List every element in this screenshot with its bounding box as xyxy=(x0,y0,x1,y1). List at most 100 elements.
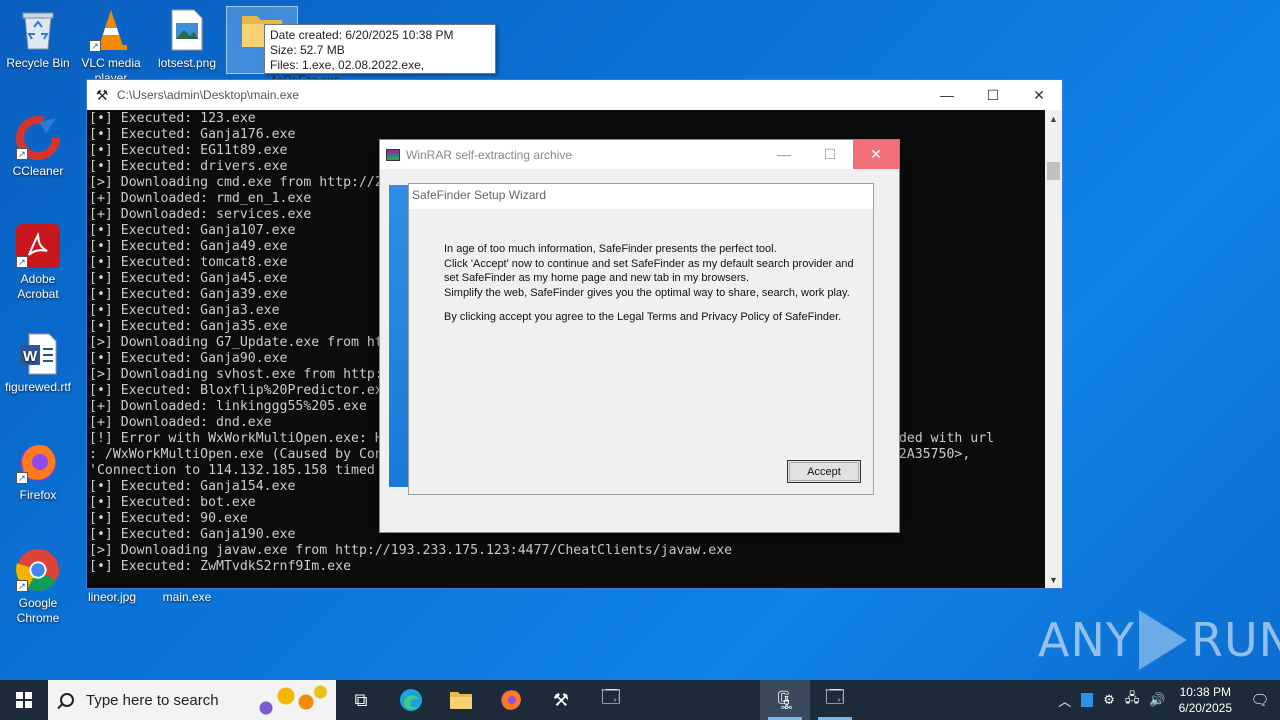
desktop-icon-lineor[interactable]: lineor.jpg xyxy=(74,590,150,605)
edge-icon xyxy=(400,689,422,711)
winrar-app-icon xyxy=(380,148,406,161)
taskbar-edge[interactable] xyxy=(386,680,436,720)
shortcut-arrow-icon: ↗ xyxy=(89,40,101,52)
taskbar-clock[interactable]: 10:38 PM 6/20/2025 xyxy=(1171,684,1240,716)
scroll-up-icon[interactable]: ▲ xyxy=(1045,110,1062,127)
watermark-left: ANY xyxy=(1038,613,1135,667)
chrome-icon: ↗ xyxy=(16,548,60,592)
desktop-icon-figurewed[interactable]: W figurewed.rtf xyxy=(0,332,76,395)
folder-icon xyxy=(450,692,472,709)
desktop-icon-adobe-acrobat[interactable]: ↗ Adobe Acrobat xyxy=(0,224,76,302)
desktop-icon-firefox[interactable]: ↗ Firefox xyxy=(0,440,76,503)
winrar-titlebar[interactable]: WinRAR self-extracting archive — ☐ ✕ xyxy=(380,139,899,170)
search-icon xyxy=(60,693,74,707)
maximize-button[interactable]: ☐ xyxy=(970,80,1016,110)
desktop-icon-label: lineor.jpg xyxy=(87,590,137,604)
taskbar-setup-wizard[interactable]: 🗔 xyxy=(810,680,860,720)
console-titlebar[interactable]: ⚒ C:\Users\admin\Desktop\main.exe — ☐ ✕ xyxy=(87,80,1062,110)
shortcut-arrow-icon: ↗ xyxy=(16,472,28,484)
desktop-icon-label: Firefox xyxy=(19,488,57,502)
console-title: C:\Users\admin\Desktop\main.exe xyxy=(117,88,300,102)
ccleaner-icon: ↗ xyxy=(16,116,60,160)
installer-icon: 🗜 xyxy=(773,689,797,710)
desktop-icon-label: figurewed.rtf xyxy=(4,380,72,394)
window-app-icon: 🗔 xyxy=(825,687,845,707)
console-scrollbar[interactable]: ▲ ▼ xyxy=(1045,110,1062,588)
wizard-title: SafeFinder Setup Wizard xyxy=(409,184,873,209)
wizard-intro: In age of too much information, SafeFind… xyxy=(444,242,863,300)
winrar-close-button[interactable]: ✕ xyxy=(853,139,899,169)
tooltip-date: Date created: 6/20/2025 10:38 PM xyxy=(270,28,454,42)
scroll-thumb[interactable] xyxy=(1047,162,1060,180)
task-view-button[interactable]: ⧉ xyxy=(336,680,386,720)
network-icon[interactable]: 🖧 xyxy=(1120,689,1145,711)
desktop-icon-ccleaner[interactable]: ↗ CCleaner xyxy=(0,116,76,179)
shortcut-arrow-icon: ↗ xyxy=(16,256,28,268)
taskbar-main-exe[interactable]: ⚒ xyxy=(536,680,586,720)
system-tray: ︿ ⚙ 🖧 🔊 10:38 PM 6/20/2025 🗨 xyxy=(1053,680,1280,720)
show-hidden-icons-icon[interactable]: ︿ xyxy=(1053,691,1076,710)
taskbar-firefox[interactable] xyxy=(486,680,536,720)
winrar-dialog[interactable]: WinRAR self-extracting archive — ☐ ✕ Saf… xyxy=(379,139,900,533)
defender-icon[interactable] xyxy=(1081,693,1094,707)
clock-time: 10:38 PM xyxy=(1179,685,1231,699)
taskbar-search[interactable]: Type here to search xyxy=(48,680,336,720)
accept-button[interactable]: Accept xyxy=(787,460,861,483)
winrar-minimize-button[interactable]: — xyxy=(761,140,807,169)
desktop-icon-main-exe[interactable]: main.exe xyxy=(149,590,225,605)
console-line: [>] Downloading javaw.exe from http://19… xyxy=(89,543,733,558)
wizard-line: In age of too much information, SafeFind… xyxy=(444,243,777,255)
wizard-legal-text: By clicking accept you agree to the Lega… xyxy=(444,311,842,323)
notification-icon[interactable]: 🗨 xyxy=(1240,691,1280,709)
word-document-icon: W xyxy=(16,332,60,376)
shortcut-arrow-icon: ↗ xyxy=(16,580,28,592)
clock-date: 6/20/2025 xyxy=(1178,701,1232,715)
close-button[interactable]: ✕ xyxy=(1016,80,1062,110)
winrar-maximize-button[interactable]: ☐ xyxy=(807,140,853,169)
wizard-body: In age of too much information, SafeFind… xyxy=(409,209,873,325)
wizard-line: Simplify the web, SafeFinder gives you t… xyxy=(444,286,850,299)
network-status-icon[interactable]: ⚙ xyxy=(1098,692,1120,708)
safefinder-wizard: SafeFinder Setup Wizard In age of too mu… xyxy=(408,183,874,495)
desktop-icon-label: Google Chrome xyxy=(16,596,60,625)
desktop-icon-label: CCleaner xyxy=(12,164,64,178)
winrar-window-controls: — ☐ ✕ xyxy=(761,139,899,170)
watermark-right: RUN xyxy=(1190,613,1280,667)
console-line: [•] Executed: 123.exe xyxy=(89,111,256,126)
hammer-icon: ⚒ xyxy=(552,689,570,710)
windows-logo-icon xyxy=(16,692,32,708)
recycle-bin-icon xyxy=(16,8,60,52)
desktop-icon-vlc[interactable]: ↗ VLC media player xyxy=(73,8,149,86)
desktop-icon-google-chrome[interactable]: ↗ Google Chrome xyxy=(0,548,76,626)
folder-tooltip: Date created: 6/20/2025 10:38 PM Size: 5… xyxy=(264,24,496,87)
shortcut-arrow-icon: ↗ xyxy=(16,148,28,160)
search-highlight-image xyxy=(250,680,330,720)
desktop-icon-lotsest[interactable]: lotsest.png xyxy=(149,8,225,71)
task-view-icon: ⧉ xyxy=(354,689,368,710)
taskbar-winrar[interactable]: 🗜 xyxy=(760,680,810,720)
desktop-icon-label: Recycle Bin xyxy=(6,56,70,70)
taskbar: Type here to search ⧉ ⚒ 🗔 🗜 🗔 ︿ ⚙ 🖧 🔊 10… xyxy=(0,680,1280,720)
hammer-icon: ⚒ xyxy=(95,86,109,103)
volume-icon[interactable]: 🔊 xyxy=(1144,692,1170,708)
vlc-cone-icon: ↗ xyxy=(89,8,133,52)
start-button[interactable] xyxy=(0,680,48,720)
winrar-title: WinRAR self-extracting archive xyxy=(406,147,573,162)
adobe-acrobat-icon: ↗ xyxy=(16,224,60,268)
wizard-line: Click 'Accept' now to continue and set S… xyxy=(444,257,854,270)
search-placeholder: Type here to search xyxy=(86,691,219,709)
firefox-icon: ↗ xyxy=(16,440,60,484)
console-line: [•] Executed: ZwMTvdkS2rnf9Im.exe xyxy=(89,559,352,574)
minimize-button[interactable]: — xyxy=(924,80,970,110)
taskbar-app[interactable]: 🗔 xyxy=(586,680,636,720)
image-file-icon xyxy=(165,8,209,52)
scroll-down-icon[interactable]: ▼ xyxy=(1045,571,1062,588)
wizard-line: set SafeFinder as my home page and new t… xyxy=(444,272,750,284)
window-app-icon: 🗔 xyxy=(601,687,621,707)
installer-side-banner xyxy=(389,185,409,487)
desktop-icon-recycle-bin[interactable]: Recycle Bin xyxy=(0,8,76,71)
firefox-icon xyxy=(501,690,521,710)
console-line: _ xyxy=(89,575,97,588)
svg-text:W: W xyxy=(23,348,38,365)
taskbar-file-explorer[interactable] xyxy=(436,680,486,720)
